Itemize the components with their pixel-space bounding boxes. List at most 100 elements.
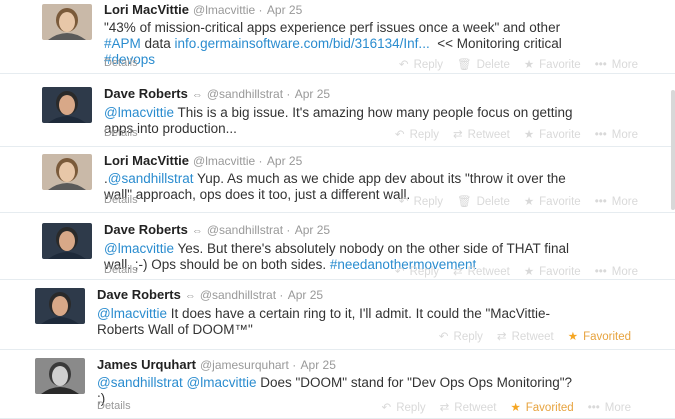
tweet-item[interactable]: James Urquhart @jamesurquhart · Apr 25 @sa… (0, 350, 675, 419)
tweet-timestamp[interactable]: Apr 25 (288, 288, 323, 302)
favorited-button[interactable]: ★ Favorited (568, 329, 631, 343)
retweet-icon: ⇄ (496, 331, 507, 343)
action-label: Favorited (525, 402, 574, 414)
avatar[interactable] (35, 288, 85, 324)
retweet-button[interactable]: ⇄ Retweet (453, 127, 510, 141)
connection-icon: ⇔ (184, 290, 196, 302)
reply-button[interactable]: ↶ Reply (439, 329, 483, 343)
star-icon: ★ (567, 331, 579, 343)
reply-button[interactable]: ↶ Reply (399, 194, 443, 208)
tweet-actions: ↶ Reply ⇄ Retweet ★ Favorited (425, 329, 631, 343)
favorite-button[interactable]: ★ Favorite (524, 264, 581, 278)
tweet-timestamp[interactable]: Apr 25 (295, 87, 330, 101)
author-name[interactable]: Lori MacVittie (104, 153, 189, 168)
more-icon: ••• (594, 129, 607, 141)
avatar[interactable] (35, 358, 85, 394)
tweet-item[interactable]: Dave Roberts ⇔ @sandhillstrat · Apr 25 @lma… (0, 74, 675, 147)
author-name[interactable]: Dave Roberts (104, 86, 188, 101)
author-username[interactable]: @lmacvittie (193, 154, 255, 168)
reply-button[interactable]: ↶ Reply (395, 127, 439, 141)
author-name[interactable]: Lori MacVittie (104, 2, 189, 17)
details-link[interactable]: Details (104, 57, 138, 69)
tweet-link[interactable]: @lmacvittie (97, 306, 167, 321)
favorite-button[interactable]: ★ Favorite (524, 57, 581, 71)
details-link[interactable]: Details (104, 264, 138, 276)
star-icon: ★ (523, 196, 535, 208)
more-icon: ••• (594, 59, 607, 71)
reply-button[interactable]: ↶ Reply (399, 57, 443, 71)
action-label: Favorite (539, 196, 581, 208)
retweet-button[interactable]: ⇄ Retweet (497, 329, 554, 343)
more-button[interactable]: ••• More (595, 59, 638, 71)
avatar[interactable] (42, 154, 92, 190)
more-button[interactable]: ••• More (588, 402, 631, 414)
tweet-timestamp[interactable]: Apr 25 (267, 154, 302, 168)
reply-button[interactable]: ↶ Reply (382, 400, 426, 414)
author-username[interactable]: @lmacvittie (193, 3, 255, 17)
retweet-icon: ⇄ (453, 266, 463, 278)
favorited-button[interactable]: ★ Favorited (510, 400, 573, 414)
author-username[interactable]: @sandhillstrat (207, 223, 283, 237)
reply-icon: ↶ (398, 59, 409, 71)
details-link[interactable]: Details (104, 194, 138, 206)
author-name[interactable]: James Urquhart (97, 357, 196, 372)
reply-button[interactable]: ↶ Reply (395, 264, 439, 278)
star-icon: ★ (523, 129, 535, 141)
scrollbar[interactable] (671, 90, 675, 210)
tweet-actions: ↶ Reply 🗑 Delete ★ Favorite ••• More (385, 57, 638, 71)
tweet-item[interactable]: Lori MacVittie @lmacvittie · Apr 25 .@sand… (0, 147, 675, 213)
reply-icon: ↶ (394, 266, 405, 278)
trash-icon: 🗑 (456, 59, 472, 71)
reply-icon: ↶ (381, 402, 392, 414)
avatar[interactable] (42, 87, 92, 123)
tweet-timestamp[interactable]: Apr 25 (295, 223, 330, 237)
tweet-link[interactable]: #APM (104, 36, 141, 51)
retweet-icon: ⇄ (439, 402, 450, 414)
tweet-link[interactable]: @lmacvittie (104, 105, 174, 120)
author-username[interactable]: @jamesurquhart (200, 358, 289, 372)
tweet-header: Dave Roberts ⇔ @sandhillstrat · Apr 25 (104, 86, 645, 103)
details-link[interactable]: Details (104, 127, 138, 139)
action-label: Favorite (539, 59, 581, 71)
action-label: Delete (476, 59, 510, 71)
author-name[interactable]: Dave Roberts (104, 222, 188, 237)
tweet-stream: Lori MacVittie @lmacvittie · Apr 25 "43% o… (0, 0, 675, 419)
tweet-item[interactable]: Dave Roberts ⇔ @sandhillstrat · Apr 25 @lma… (0, 213, 675, 280)
tweet-item[interactable]: Lori MacVittie @lmacvittie · Apr 25 "43% o… (0, 0, 675, 74)
tweet-header: Lori MacVittie @lmacvittie · Apr 25 (104, 2, 645, 18)
more-icon: ••• (594, 196, 607, 208)
details-link[interactable]: Details (97, 400, 131, 412)
action-label: Delete (476, 196, 510, 208)
trash-icon: 🗑 (456, 196, 472, 208)
more-button[interactable]: ••• More (595, 266, 638, 278)
tweet-link[interactable]: info.germainsoftware.com/bid/316134/Inf.… (175, 36, 430, 51)
delete-button[interactable]: 🗑 Delete (457, 57, 510, 71)
favorite-button[interactable]: ★ Favorite (524, 194, 581, 208)
author-username[interactable]: @sandhillstrat (207, 87, 283, 101)
tweet-link[interactable]: @lmacvittie (187, 375, 257, 390)
avatar[interactable] (42, 223, 92, 259)
action-label: Favorite (539, 266, 581, 278)
tweet-timestamp[interactable]: Apr 25 (301, 358, 336, 372)
tweet-timestamp[interactable]: Apr 25 (267, 3, 302, 17)
tweet-link[interactable]: @sandhillstrat (97, 375, 183, 390)
tweet-link[interactable]: @lmacvittie (104, 241, 174, 256)
author-username[interactable]: @sandhillstrat (200, 288, 276, 302)
delete-button[interactable]: 🗑 Delete (457, 194, 510, 208)
action-label: More (611, 196, 638, 208)
avatar[interactable] (42, 4, 92, 40)
author-name[interactable]: Dave Roberts (97, 287, 181, 302)
more-button[interactable]: ••• More (595, 129, 638, 141)
more-button[interactable]: ••• More (595, 196, 638, 208)
star-icon: ★ (523, 59, 535, 71)
retweet-button[interactable]: ⇄ Retweet (453, 264, 510, 278)
favorite-button[interactable]: ★ Favorite (524, 127, 581, 141)
star-icon: ★ (523, 266, 535, 278)
tweet-actions: ↶ Reply ⇄ Retweet ★ Favorite ••• More (381, 264, 638, 278)
retweet-icon: ⇄ (453, 129, 463, 141)
tweet-item[interactable]: Dave Roberts ⇔ @sandhillstrat · Apr 25 @lma… (0, 280, 675, 350)
tweet-link[interactable]: @sandhillstrat (108, 171, 194, 186)
action-label: Retweet (511, 331, 554, 343)
retweet-button[interactable]: ⇄ Retweet (440, 400, 497, 414)
separator-dot: · (283, 87, 294, 101)
